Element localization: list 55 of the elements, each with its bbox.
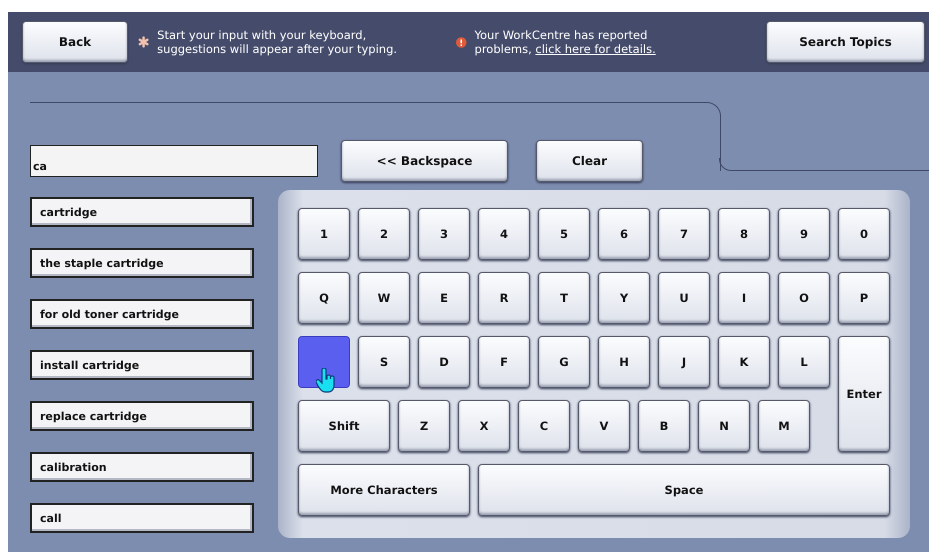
key[interactable]: U [658,272,710,324]
key[interactable]: 5 [538,208,590,260]
key[interactable]: B [638,400,690,452]
key[interactable]: 4 [478,208,530,260]
key[interactable]: 3 [418,208,470,260]
key[interactable]: 6 [598,208,650,260]
suggestion-item[interactable]: the staple cartridge [30,248,254,278]
suggestion-item[interactable]: cartridge [30,197,254,227]
key[interactable]: G [538,336,590,388]
suggestion-item[interactable]: install cartridge [30,350,254,380]
key[interactable]: L [778,336,830,388]
key[interactable]: E [418,272,470,324]
key[interactable]: M [758,400,810,452]
key[interactable]: O [778,272,830,324]
search-topics-button[interactable]: Search Topics [766,21,925,63]
suggestion-item[interactable]: for old toner cartridge [30,299,254,329]
key[interactable]: H [598,336,650,388]
enter-key[interactable]: Enter [838,336,890,452]
hand-cursor-icon [316,368,336,394]
key[interactable]: S [358,336,410,388]
more-characters-key[interactable]: More Characters [298,464,470,516]
key[interactable]: 0 [838,208,890,260]
key[interactable]: K [718,336,770,388]
key[interactable]: P [838,272,890,324]
backspace-button[interactable]: << Backspace [341,140,508,182]
details-link[interactable]: click here for details. [535,42,656,56]
space-key[interactable]: Space [478,464,890,516]
shift-key[interactable]: Shift [298,400,390,452]
back-button[interactable]: Back [22,21,128,63]
key[interactable]: Y [598,272,650,324]
key[interactable]: N [698,400,750,452]
suggestion-item[interactable]: call [30,503,254,533]
key[interactable]: 7 [658,208,710,260]
clear-button[interactable]: Clear [536,140,643,182]
key[interactable]: 8 [718,208,770,260]
hint-text: Start your input with your keyboard, suggestions will appear after your typing. [157,28,398,56]
key[interactable]: R [478,272,530,324]
alert-text: Your WorkCentre has reported problems, click here for details. [474,28,657,56]
key[interactable]: Z [398,400,450,452]
key[interactable]: D [418,336,470,388]
key[interactable]: X [458,400,510,452]
key[interactable]: Q [298,272,350,324]
key[interactable]: J [658,336,710,388]
search-field[interactable]: ca [30,145,318,177]
key[interactable]: 9 [778,208,830,260]
key[interactable]: W [358,272,410,324]
key[interactable]: V [578,400,630,452]
key[interactable]: 2 [358,208,410,260]
key[interactable]: C [518,400,570,452]
key[interactable]: 1 [298,208,350,260]
suggestion-item[interactable]: replace cartridge [30,401,254,431]
key[interactable]: F [478,336,530,388]
key[interactable]: T [538,272,590,324]
suggestion-item[interactable]: calibration [30,452,254,482]
key[interactable]: I [718,272,770,324]
